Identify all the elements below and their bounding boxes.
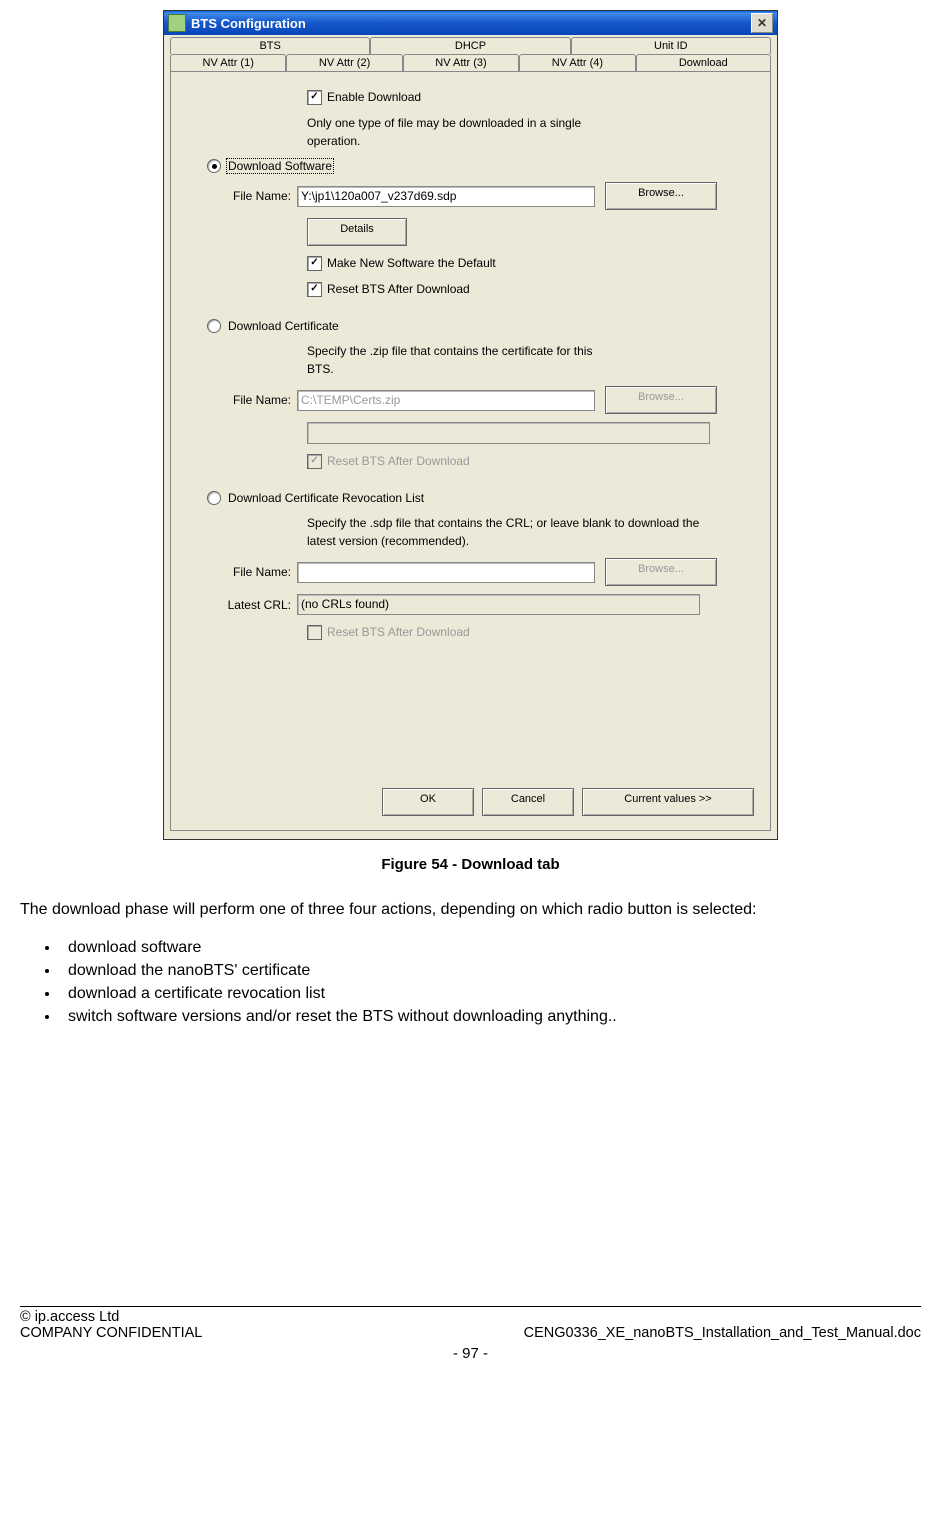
bts-configuration-dialog: BTS Configuration ✕ BTS DHCP Unit ID NV … [163, 10, 778, 840]
dialog-button-row: OK Cancel Current values >> [382, 788, 754, 816]
download-crl-radio[interactable] [207, 491, 221, 505]
file-name-label-1: File Name: [201, 189, 297, 203]
tab-content-download: Enable Download Only one type of file ma… [170, 71, 771, 831]
list-item: download software [60, 939, 921, 957]
footer-divider [20, 1306, 921, 1307]
latest-crl-label: Latest CRL: [201, 598, 297, 612]
paragraph-intro: The download phase will perform one of t… [20, 899, 921, 921]
app-icon [168, 14, 186, 32]
cancel-button[interactable]: Cancel [482, 788, 574, 816]
crl-filename-input[interactable] [297, 562, 595, 583]
reset-after-label-2: Reset BTS After Download [327, 452, 470, 470]
reset-after-label-1: Reset BTS After Download [327, 280, 470, 298]
crl-info: Specify the .sdp file that contains the … [307, 514, 707, 550]
download-software-radio[interactable] [207, 159, 221, 173]
download-certificate-radio[interactable] [207, 319, 221, 333]
current-values-button[interactable]: Current values >> [582, 788, 754, 816]
document-name: CENG0336_XE_nanoBTS_Installation_and_Tes… [524, 1325, 921, 1341]
titlebar: BTS Configuration ✕ [164, 11, 777, 35]
details-button[interactable]: Details [307, 218, 407, 246]
tab-nv-attr-3[interactable]: NV Attr (3) [403, 54, 519, 71]
download-crl-label[interactable]: Download Certificate Revocation List [226, 490, 426, 506]
make-default-label: Make New Software the Default [327, 254, 496, 272]
list-item: switch software versions and/or reset th… [60, 1008, 921, 1026]
confidential-label: COMPANY CONFIDENTIAL [20, 1325, 202, 1341]
tab-download[interactable]: Download [636, 54, 771, 71]
ok-button[interactable]: OK [382, 788, 474, 816]
certificate-info: Specify the .zip file that contains the … [307, 342, 607, 378]
certificate-info-input [307, 422, 710, 444]
list-item: download a certificate revocation list [60, 985, 921, 1003]
tab-strip: BTS DHCP Unit ID NV Attr (1) NV Attr (2)… [170, 37, 771, 71]
reset-after-checkbox-2 [307, 454, 322, 469]
tab-nv-attr-4[interactable]: NV Attr (4) [519, 54, 635, 71]
browse-button-3: Browse... [605, 558, 717, 586]
bullet-list: download software download the nanoBTS' … [20, 939, 921, 1026]
browse-button-2: Browse... [605, 386, 717, 414]
window-title: BTS Configuration [191, 16, 751, 31]
latest-crl-value: (no CRLs found) [297, 594, 700, 615]
certificate-filename-input[interactable]: C:\TEMP\Certs.zip [297, 390, 595, 411]
make-default-checkbox[interactable] [307, 256, 322, 271]
reset-after-label-3: Reset BTS After Download [327, 623, 470, 641]
footer-row: COMPANY CONFIDENTIAL CENG0336_XE_nanoBTS… [20, 1325, 921, 1341]
reset-after-checkbox-3 [307, 625, 322, 640]
page-number: - 97 - [20, 1345, 921, 1362]
list-item: download the nanoBTS' certificate [60, 962, 921, 980]
copyright-line: © ip.access Ltd [20, 1309, 921, 1325]
download-certificate-label[interactable]: Download Certificate [226, 318, 341, 334]
reset-after-checkbox-1[interactable] [307, 282, 322, 297]
close-button[interactable]: ✕ [751, 13, 773, 33]
software-filename-input[interactable]: Y:\jp1\120a007_v237d69.sdp [297, 186, 595, 207]
figure-caption: Figure 54 - Download tab [20, 856, 921, 873]
file-name-label-2: File Name: [201, 393, 297, 407]
file-name-label-3: File Name: [201, 565, 297, 579]
single-type-info: Only one type of file may be downloaded … [307, 114, 607, 150]
download-software-label[interactable]: Download Software [226, 158, 334, 174]
tab-dhcp[interactable]: DHCP [370, 37, 570, 54]
browse-button-1[interactable]: Browse... [605, 182, 717, 210]
tab-nv-attr-2[interactable]: NV Attr (2) [286, 54, 402, 71]
tab-bts[interactable]: BTS [170, 37, 370, 54]
enable-download-checkbox[interactable] [307, 90, 322, 105]
tab-nv-attr-1[interactable]: NV Attr (1) [170, 54, 286, 71]
enable-download-label: Enable Download [327, 88, 421, 106]
tab-unit-id[interactable]: Unit ID [571, 37, 771, 54]
